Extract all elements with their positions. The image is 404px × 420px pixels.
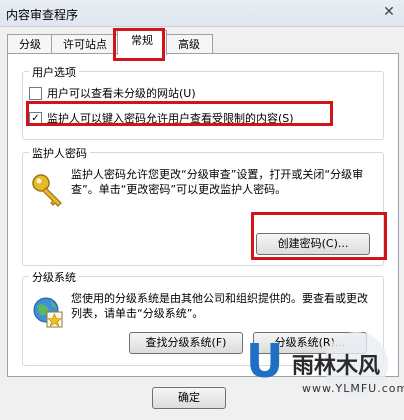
watermark-brand: 雨林木风 [292,354,381,379]
ok-button[interactable]: 确定 [152,387,226,409]
watermark-url: www.YLMFU.com [302,382,404,395]
tab-ratings[interactable]: 分级 [7,34,53,54]
create-password-highlight [251,212,387,260]
rating-systems-description: 您使用的分级系统是由其他公司和组织提供的。要查看或更改列表，请单击“分级系统”。 [71,292,368,320]
title-bar: 内容审查程序 ✕ [0,0,404,27]
watermark-letter: U [246,334,284,388]
tab-approved-sites[interactable]: 许可站点 [51,34,119,54]
close-icon[interactable]: ✕ [378,3,400,21]
tab-highlight [113,28,165,61]
tab-advanced[interactable]: 高级 [165,34,213,54]
globe-certificate-icon [33,297,63,328]
rating-systems-label: 分级系统 [29,269,79,285]
option-highlight [26,101,333,126]
user-options-label: 用户选项 [29,64,79,80]
allow-unrated-option[interactable]: 用户可以查看未分级的网站(U) [29,85,196,101]
supervisor-description: 监护人密码允许您更改“分级审查”设置，打开或关闭“分级审查”。单击“更改密码”可… [71,168,364,196]
find-rating-systems-button[interactable]: 查找分级系统(F) [129,332,243,354]
watermark: U 雨林木风 www.YLMFU.com [246,326,404,420]
window-title: 内容审查程序 [6,8,79,22]
allow-unrated-label: 用户可以查看未分级的网站(U) [47,87,196,100]
supervisor-password-label: 监护人密码 [29,145,90,161]
key-icon [32,174,62,207]
allow-unrated-checkbox[interactable] [29,86,42,100]
